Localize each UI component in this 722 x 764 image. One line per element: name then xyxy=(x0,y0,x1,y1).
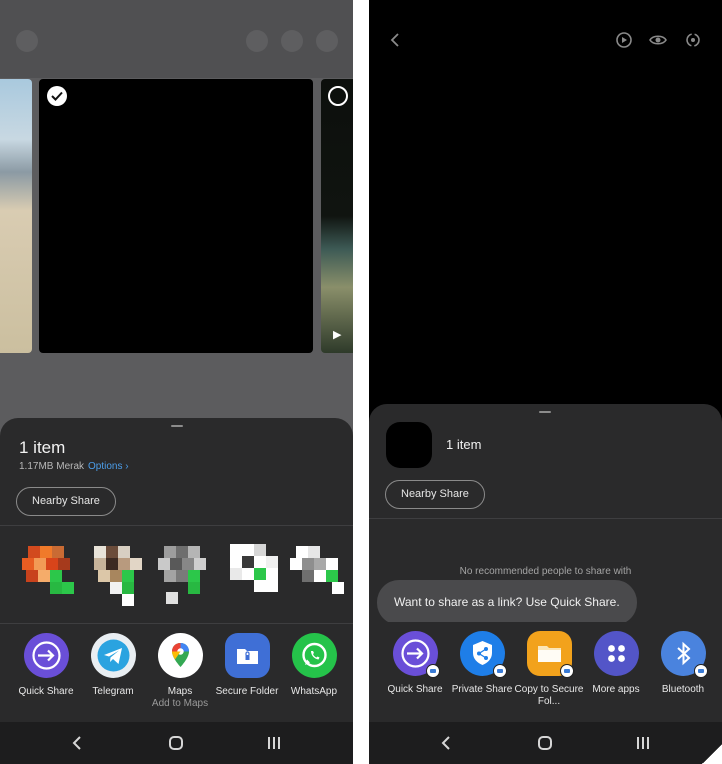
recent-contacts-row xyxy=(0,536,353,606)
app-bluetooth[interactable]: Bluetooth xyxy=(648,631,718,696)
contact-avatar[interactable] xyxy=(88,540,146,606)
video-play-icon: ▶ xyxy=(333,329,342,341)
app-label: Quick Share xyxy=(387,684,443,695)
divider xyxy=(369,518,722,519)
back-nav-icon[interactable] xyxy=(68,733,88,753)
unselected-circle-icon[interactable] xyxy=(328,86,348,106)
right-phone-screen: 1 item Nearby Share No recommended peopl… xyxy=(369,0,722,764)
bluetooth-icon xyxy=(660,631,708,678)
share-icon xyxy=(281,30,303,52)
app-quick-share[interactable]: Quick Share xyxy=(11,633,81,698)
back-icon[interactable] xyxy=(387,31,405,49)
file-size-and-name: 1.17MB Merak xyxy=(19,461,85,472)
left-phone-screen: ▶ 1 item 1.17MB Merak Options › Nearby Sh… xyxy=(0,0,353,764)
telegram-icon xyxy=(90,633,136,678)
whatsapp-icon xyxy=(291,633,337,678)
share-apps-row: Quick Share Private Share Copy to Secure… xyxy=(369,622,722,720)
app-label: Bluetooth xyxy=(661,684,705,695)
item-count: 1 item xyxy=(19,438,66,457)
quick-share-icon xyxy=(392,631,440,678)
divider xyxy=(0,525,353,526)
eye-icon[interactable] xyxy=(649,31,667,49)
system-nav-bar xyxy=(0,722,353,764)
home-nav-icon[interactable] xyxy=(166,733,186,753)
nearby-share-button[interactable]: Nearby Share xyxy=(16,487,116,516)
system-nav-bar xyxy=(369,722,722,764)
options-link[interactable]: Options › xyxy=(88,461,129,472)
app-label: Quick Share xyxy=(18,686,74,697)
item-count: 1 item xyxy=(446,437,482,452)
motion-photo-icon[interactable] xyxy=(615,31,633,49)
options-label[interactable]: Options xyxy=(88,461,122,472)
quick-share-tooltip[interactable]: Want to share as a link? Use Quick Share… xyxy=(377,580,637,632)
more-icon xyxy=(316,30,338,52)
maps-pin-icon xyxy=(157,633,203,678)
app-private-share[interactable]: Private Share xyxy=(447,631,517,696)
sheet-drag-handle[interactable] xyxy=(171,425,183,427)
contact-avatar[interactable] xyxy=(226,540,284,598)
app-copy-to-secure-folder[interactable]: Copy to Secure Fol... xyxy=(514,631,584,708)
recents-nav-icon[interactable] xyxy=(264,733,284,753)
app-telegram[interactable]: Telegram xyxy=(78,633,148,698)
secure-folder-icon xyxy=(526,631,574,678)
remaster-icon[interactable] xyxy=(684,31,702,49)
nearby-share-button[interactable]: Nearby Share xyxy=(385,480,485,509)
more-apps-icon xyxy=(593,631,639,676)
app-label: Private Share xyxy=(451,684,513,695)
media-preview-thumbnail xyxy=(386,422,432,468)
contact-avatar[interactable] xyxy=(156,540,214,604)
secure-folder-icon xyxy=(224,633,270,678)
app-label: Maps xyxy=(167,686,193,697)
recents-nav-icon[interactable] xyxy=(633,733,653,753)
app-more-apps[interactable]: More apps xyxy=(581,631,651,696)
private-share-icon xyxy=(459,631,507,678)
app-label: More apps xyxy=(592,684,640,695)
sheet-drag-handle[interactable] xyxy=(539,411,551,413)
edit-icon xyxy=(246,30,268,52)
gallery-thumbnail-next[interactable] xyxy=(321,79,353,353)
app-secure-folder[interactable]: Secure Folder xyxy=(212,633,282,698)
back-icon xyxy=(16,30,38,52)
gallery-thumbnail-selected[interactable] xyxy=(39,79,313,353)
no-recommendations-text: No recommended people to share with xyxy=(459,566,632,577)
app-whatsapp[interactable]: WhatsApp xyxy=(279,633,349,698)
app-sublabel: Add to Maps xyxy=(151,698,209,709)
gallery-thumbnail-previous[interactable] xyxy=(0,79,32,353)
contact-avatar[interactable] xyxy=(18,540,76,598)
app-label: WhatsApp xyxy=(290,686,338,697)
app-label: Copy to Secure Fol... xyxy=(514,684,584,707)
secure-folder-badge-icon xyxy=(492,664,507,678)
selected-check-icon[interactable] xyxy=(47,86,67,106)
app-label: Telegram xyxy=(92,686,134,697)
home-nav-icon[interactable] xyxy=(535,733,555,753)
quick-share-icon xyxy=(23,633,69,678)
back-nav-icon[interactable] xyxy=(437,733,457,753)
secure-folder-badge-icon xyxy=(425,664,440,678)
app-quick-share[interactable]: Quick Share xyxy=(380,631,450,696)
secure-folder-badge-icon xyxy=(693,664,708,678)
app-label: Secure Folder xyxy=(215,686,279,697)
secure-folder-badge-icon xyxy=(559,664,574,678)
watermark-corner xyxy=(702,744,722,764)
file-info: 1.17MB Merak Options › xyxy=(19,461,129,472)
gallery-top-bar xyxy=(0,0,353,78)
contact-avatar[interactable] xyxy=(288,540,346,598)
app-maps[interactable]: Maps Add to Maps xyxy=(145,633,215,710)
share-apps-row: Quick Share Telegram Maps Add to Maps Se… xyxy=(0,624,353,720)
